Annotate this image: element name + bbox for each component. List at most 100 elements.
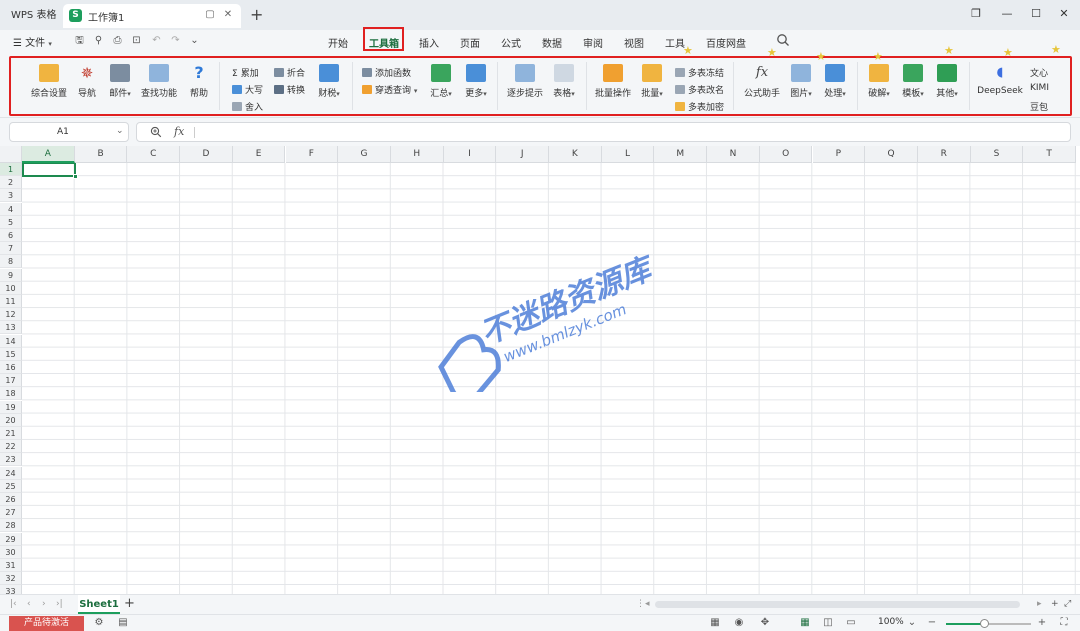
image-button[interactable]: 图片▾: [787, 64, 815, 99]
row-header[interactable]: 22: [0, 440, 22, 454]
horizontal-scrollbar[interactable]: [655, 601, 1020, 608]
column-header[interactable]: Q: [865, 146, 918, 163]
row-header[interactable]: 31: [0, 559, 22, 572]
row-header[interactable]: 3: [0, 189, 22, 203]
column-header[interactable]: H: [390, 146, 444, 163]
crosshair-icon[interactable]: ✥: [759, 617, 771, 629]
row-header[interactable]: 15: [0, 347, 22, 361]
row-header[interactable]: 9: [0, 268, 22, 282]
column-header[interactable]: F: [285, 146, 339, 163]
close-window-button[interactable]: ✕: [1057, 7, 1071, 21]
add-column-icon[interactable]: +: [1051, 599, 1059, 609]
row-header[interactable]: 7: [0, 242, 22, 256]
wenxin-button[interactable]: 文心: [1030, 66, 1048, 79]
row-header[interactable]: 25: [0, 479, 22, 493]
tab-view[interactable]: 视图: [624, 35, 644, 50]
column-header[interactable]: D: [180, 146, 233, 163]
round-button[interactable]: 舍入: [232, 100, 263, 113]
row-header[interactable]: 28: [0, 519, 22, 533]
process-button[interactable]: 处理▾: [820, 64, 850, 99]
row-header[interactable]: 23: [0, 453, 22, 467]
summary-button[interactable]: 汇总▾: [426, 64, 456, 99]
row-header[interactable]: 11: [0, 295, 22, 308]
column-header[interactable]: E: [232, 146, 286, 163]
expand-icon[interactable]: ⤢: [1064, 599, 1071, 609]
scroll-left-icon[interactable]: ◂: [645, 599, 650, 609]
column-header[interactable]: J: [496, 146, 549, 163]
formula-input[interactable]: fx: [136, 122, 1071, 142]
tab-baidu-netdisk[interactable]: 百度网盘: [706, 35, 746, 50]
fill-handle[interactable]: [73, 174, 78, 179]
multi-sheet-encrypt-button[interactable]: 多表加密: [675, 100, 724, 113]
row-header[interactable]: 14: [0, 334, 22, 348]
column-header[interactable]: B: [74, 146, 128, 163]
select-all-corner[interactable]: [0, 146, 22, 163]
row-header[interactable]: 5: [0, 215, 22, 229]
row-header[interactable]: 26: [0, 493, 22, 506]
formula-assistant-button[interactable]: fx 公式助手: [742, 64, 782, 99]
row-header[interactable]: 32: [0, 572, 22, 586]
eye-icon[interactable]: ◉: [733, 617, 745, 629]
zoom-in-icon[interactable]: [150, 126, 162, 138]
last-sheet-icon[interactable]: ›|: [56, 599, 63, 609]
zoom-slider[interactable]: [946, 619, 1031, 628]
multi-sheet-freeze-button[interactable]: 多表冻结: [675, 66, 724, 79]
deepseek-button[interactable]: ◖ DeepSeek: [976, 64, 1024, 96]
row-header[interactable]: 6: [0, 229, 22, 242]
finance-tax-button[interactable]: 财税▾: [313, 64, 345, 99]
drill-query-button[interactable]: 穿透查询 ▾: [362, 83, 417, 96]
column-header[interactable]: G: [338, 146, 391, 163]
row-header[interactable]: 30: [0, 545, 22, 559]
sheet-tab-sheet1[interactable]: Sheet1: [78, 595, 120, 614]
add-sheet-button[interactable]: +: [124, 596, 135, 611]
zoom-in-button[interactable]: +: [1036, 617, 1048, 629]
row-header[interactable]: 1: [0, 163, 22, 176]
row-header[interactable]: 19: [0, 400, 22, 414]
row-header[interactable]: 21: [0, 427, 22, 440]
multi-sheet-rename-button[interactable]: 多表改名: [675, 83, 724, 96]
tab-review[interactable]: 审阅: [583, 35, 603, 50]
tab-formula[interactable]: 公式: [501, 35, 521, 50]
row-header[interactable]: 20: [0, 413, 22, 427]
page-break-icon[interactable]: ▭: [845, 617, 857, 629]
page-layout-icon[interactable]: ◫: [822, 617, 834, 629]
general-settings-button[interactable]: 综合设置: [30, 64, 68, 99]
find-function-button[interactable]: 查找功能: [140, 64, 178, 99]
fold-button[interactable]: 折合: [274, 66, 305, 79]
row-header[interactable]: 17: [0, 374, 22, 388]
uppercase-button[interactable]: 大写: [232, 83, 263, 96]
batch-operation-button[interactable]: 批量操作: [594, 64, 632, 99]
app-home-tab[interactable]: WPS 表格: [4, 5, 63, 26]
more-button[interactable]: 更多▾: [461, 64, 491, 99]
active-cell-a1[interactable]: [22, 162, 76, 177]
column-header[interactable]: R: [917, 146, 971, 163]
tab-data[interactable]: 数据: [542, 35, 562, 50]
row-header[interactable]: 13: [0, 321, 22, 335]
print-preview-icon[interactable]: ⊡: [130, 34, 143, 47]
row-header[interactable]: 16: [0, 361, 22, 374]
step-hint-button[interactable]: 逐步提示: [505, 64, 545, 99]
normal-view-icon[interactable]: ▦: [799, 617, 811, 629]
column-header[interactable]: S: [970, 146, 1024, 163]
column-header[interactable]: K: [549, 146, 602, 163]
row-header[interactable]: 29: [0, 532, 22, 546]
document-tab[interactable]: S 工作簿1 ▢ ✕: [63, 4, 241, 28]
chevron-down-icon[interactable]: ⌄: [116, 126, 124, 136]
other-button[interactable]: 其他▾: [932, 64, 962, 99]
print-icon[interactable]: ⎙: [111, 34, 124, 47]
crack-button[interactable]: 破解▾: [864, 64, 894, 99]
accumulate-button[interactable]: Σ 累加: [232, 66, 259, 79]
next-sheet-icon[interactable]: ›: [42, 599, 46, 609]
macro-icon[interactable]: ⚙: [93, 617, 105, 629]
activate-product-button[interactable]: 产品待激活: [9, 616, 84, 631]
zoom-slider-knob[interactable]: [980, 619, 990, 628]
column-header[interactable]: T: [1023, 146, 1076, 163]
fullscreen-icon[interactable]: ⛶: [1058, 617, 1070, 629]
doubao-button[interactable]: 豆包: [1030, 100, 1048, 113]
zoom-out-button[interactable]: −: [926, 617, 938, 629]
close-tab-icon[interactable]: ✕: [222, 9, 234, 21]
window-layout-icon[interactable]: ❐: [969, 7, 983, 21]
row-header[interactable]: 8: [0, 255, 22, 269]
column-header[interactable]: O: [759, 146, 813, 163]
column-header[interactable]: C: [127, 146, 181, 163]
